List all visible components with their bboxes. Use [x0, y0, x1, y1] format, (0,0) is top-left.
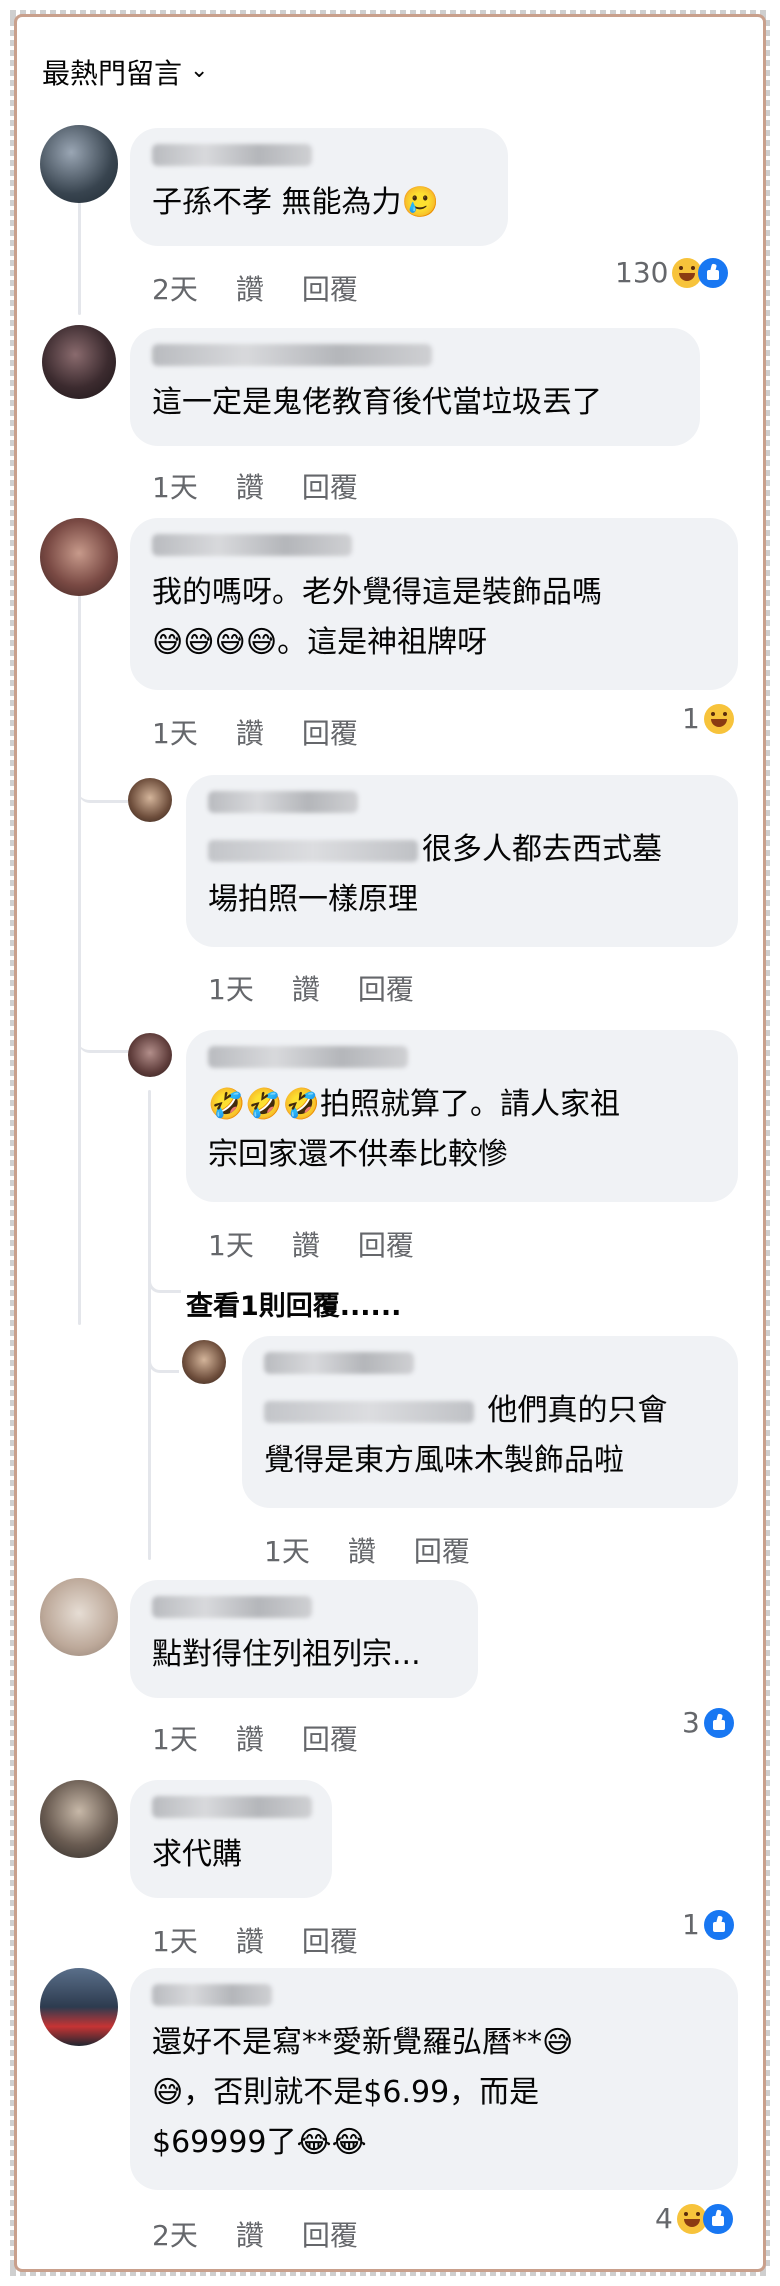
comment-bubble: 點對得住列祖列宗...: [130, 1580, 478, 1698]
commenter-name[interactable]: [152, 1796, 312, 1818]
chevron-down-icon: ⌄: [190, 57, 209, 83]
comment-actions: 1天 讚 回覆: [264, 1530, 470, 1570]
avatar[interactable]: [128, 778, 172, 822]
comment-bubble: 很多人都去西式墓 場拍照一樣原理: [186, 775, 738, 947]
reply-button[interactable]: 回覆: [358, 968, 414, 1008]
comment-time[interactable]: 1天: [152, 1718, 198, 1758]
like-button[interactable]: 讚: [236, 712, 264, 752]
comment-bubble: 我的嗎呀。老外覺得這是裝飾品嗎 😅😅😅😅。這是神祖牌呀: [130, 518, 738, 690]
thread-line: [78, 595, 81, 1325]
comment-text: 🤣🤣🤣拍照就算了。請人家祖 宗回家還不供奉比較慘: [208, 1087, 621, 1172]
commenter-name[interactable]: [152, 144, 312, 166]
like-icon: [703, 1909, 734, 1940]
commenter-name[interactable]: [264, 1352, 414, 1374]
avatar[interactable]: [40, 518, 118, 596]
comment-actions: 1天 讚 回覆: [152, 1920, 358, 1960]
comment-actions: 2天 讚 回覆: [152, 2214, 358, 2254]
avatar[interactable]: [182, 1340, 226, 1384]
reply-connector: [148, 1250, 181, 1293]
commenter-name[interactable]: [208, 791, 358, 813]
avatar[interactable]: [40, 1578, 118, 1656]
reply-button[interactable]: 回覆: [302, 268, 358, 308]
mentioned-user-tag[interactable]: [264, 1400, 474, 1423]
comment-text: 他們真的只會 覺得是東方風味木製飾品啦: [264, 1393, 668, 1478]
comment-actions: 1天 讚 回覆: [208, 968, 414, 1008]
comment-text: 這一定是鬼佬教育後代當垃圾丟了: [152, 385, 602, 420]
like-icon: [703, 1707, 734, 1738]
reply-button[interactable]: 回覆: [414, 1530, 470, 1570]
comment-bubble: 🤣🤣🤣拍照就算了。請人家祖 宗回家還不供奉比較慘: [186, 1030, 738, 1202]
comment-text: 點對得住列祖列宗...: [152, 1637, 421, 1672]
sort-dropdown[interactable]: 最熱門留言 ⌄: [42, 52, 208, 92]
like-button[interactable]: 讚: [292, 968, 320, 1008]
reply-button[interactable]: 回覆: [302, 1920, 358, 1960]
like-button[interactable]: 讚: [236, 268, 264, 308]
reaction-count[interactable]: 130: [615, 256, 729, 289]
like-icon: [702, 2203, 733, 2234]
commenter-name[interactable]: [152, 534, 352, 556]
reaction-count[interactable]: 1: [682, 702, 734, 735]
like-button[interactable]: 讚: [292, 1224, 320, 1264]
like-button[interactable]: 讚: [236, 1920, 264, 1960]
like-button[interactable]: 讚: [236, 466, 264, 506]
like-icon: [698, 257, 729, 288]
comment-time[interactable]: 2天: [152, 2214, 198, 2254]
comment-actions: 2天 讚 回覆: [152, 268, 358, 308]
comment-actions: 1天 讚 回覆: [152, 466, 358, 506]
comment-bubble: 他們真的只會 覺得是東方風味木製飾品啦: [242, 1336, 738, 1508]
like-button[interactable]: 讚: [236, 1718, 264, 1758]
comment-time[interactable]: 2天: [152, 268, 198, 308]
comment-time[interactable]: 1天: [152, 466, 198, 506]
thread-line: [78, 200, 81, 315]
avatar[interactable]: [40, 125, 118, 203]
mentioned-user-tag[interactable]: [208, 839, 418, 862]
comment-bubble: 求代購: [130, 1780, 332, 1898]
comment-text: 很多人都去西式墓 場拍照一樣原理: [208, 832, 662, 917]
reaction-count[interactable]: 1: [682, 1908, 734, 1941]
reply-button[interactable]: 回覆: [358, 1224, 414, 1264]
reply-connector: [148, 1330, 179, 1373]
avatar[interactable]: [40, 1780, 118, 1858]
comment-time[interactable]: 1天: [152, 712, 198, 752]
comment-bubble: 還好不是寫**愛新覺羅弘曆**😅 😅，否則就不是$6.99，而是 $69999了…: [130, 1968, 738, 2190]
reply-connector: [78, 1010, 128, 1053]
reply-button[interactable]: 回覆: [302, 466, 358, 506]
comment-text: 求代購: [152, 1837, 242, 1872]
comment-time[interactable]: 1天: [264, 1530, 310, 1570]
comment-text: 還好不是寫**愛新覺羅弘曆**😅 😅，否則就不是$6.99，而是 $69999了…: [152, 2025, 574, 2160]
comment-text: 我的嗎呀。老外覺得這是裝飾品嗎 😅😅😅😅。這是神祖牌呀: [152, 575, 602, 660]
comment-time[interactable]: 1天: [208, 1224, 254, 1264]
avatar[interactable]: [128, 1033, 172, 1077]
reaction-count[interactable]: 3: [682, 1706, 734, 1739]
commenter-name[interactable]: [208, 1046, 408, 1068]
reply-button[interactable]: 回覆: [302, 2214, 358, 2254]
sort-label: 最熱門留言: [42, 57, 183, 90]
comment-text: 子孫不孝 無能為力🥲: [152, 185, 439, 220]
reaction-count[interactable]: 4: [655, 2202, 733, 2235]
comment-time[interactable]: 1天: [152, 1920, 198, 1960]
comment-actions: 1天 讚 回覆: [208, 1224, 414, 1264]
haha-icon: [703, 703, 734, 734]
avatar[interactable]: [42, 325, 116, 399]
thread-line: [148, 1090, 151, 1560]
like-button[interactable]: 讚: [236, 2214, 264, 2254]
like-button[interactable]: 讚: [348, 1530, 376, 1570]
comment-bubble: 子孫不孝 無能為力🥲: [130, 128, 508, 246]
comment-bubble: 這一定是鬼佬教育後代當垃圾丟了: [130, 328, 700, 446]
view-more-replies-link[interactable]: 查看1則回覆......: [186, 1284, 401, 1323]
commenter-name[interactable]: [152, 1984, 272, 2006]
avatar[interactable]: [40, 1968, 118, 2046]
commenter-name[interactable]: [152, 1596, 312, 1618]
comment-actions: 1天 讚 回覆: [152, 1718, 358, 1758]
reply-button[interactable]: 回覆: [302, 712, 358, 752]
reply-button[interactable]: 回覆: [302, 1718, 358, 1758]
commenter-name[interactable]: [152, 344, 432, 366]
comment-time[interactable]: 1天: [208, 968, 254, 1008]
reply-connector: [78, 760, 128, 803]
comment-actions: 1天 讚 回覆: [152, 712, 358, 752]
